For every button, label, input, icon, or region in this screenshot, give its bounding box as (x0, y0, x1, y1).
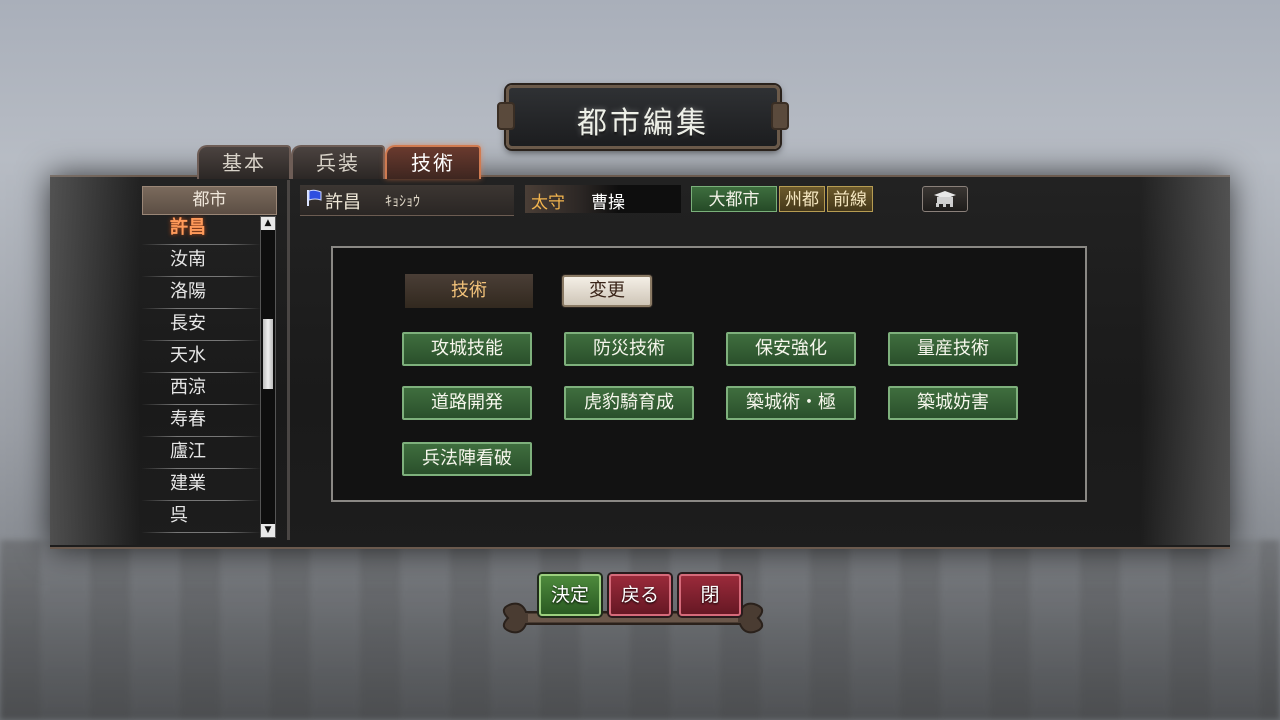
page-title: 都市編集 (577, 106, 709, 141)
hat-button[interactable] (922, 186, 968, 212)
city-item-changan[interactable]: 長安 (142, 309, 260, 341)
city-item-runan[interactable]: 汝南 (142, 245, 260, 277)
hat-icon (934, 191, 956, 207)
tech-label: 技術 (405, 274, 533, 308)
panel-edge-left (50, 175, 140, 545)
city-item-xiliang[interactable]: 西涼 (142, 373, 260, 405)
tech-disaster-prevention[interactable]: 防災技術 (564, 332, 694, 366)
close-button[interactable]: 閉 (679, 574, 741, 616)
tech-fortification-sabotage[interactable]: 築城妨害 (888, 386, 1018, 420)
city-name-box: 許昌 ｷｮｼｮｳ (300, 185, 514, 216)
city-item-jianye[interactable]: 建業 (142, 469, 260, 501)
tech-siege-skill[interactable]: 攻城技能 (402, 332, 532, 366)
flag-icon (307, 189, 322, 206)
governor-label: 太守 (531, 193, 565, 213)
city-item-shouchun[interactable]: 寿春 (142, 405, 260, 437)
scroll-down-icon[interactable]: ▼ (261, 524, 275, 537)
city-reading: ｷｮｼｮｳ (385, 194, 420, 210)
back-button[interactable]: 戻る (609, 574, 671, 616)
badge-front-line: 前線 (827, 186, 873, 212)
city-list-scrollbar[interactable]: ▲ ▼ (260, 216, 276, 538)
tab-equipment[interactable]: 兵装 (291, 145, 385, 179)
panel-edge-right (1140, 175, 1230, 545)
city-item-lujiang[interactable]: 廬江 (142, 437, 260, 469)
city-list: 許昌 汝南 洛陽 長安 天水 西涼 寿春 廬江 建業 呉 (142, 213, 260, 533)
governor-box: 太守 曹操 (525, 185, 681, 213)
badge-metropolis: 大都市 (691, 186, 777, 212)
tech-road-development[interactable]: 道路開発 (402, 386, 532, 420)
city-name: 許昌 (325, 192, 361, 213)
panel-divider (287, 180, 290, 540)
tech-fortification-master[interactable]: 築城術・極 (726, 386, 856, 420)
governor-name: 曹操 (591, 193, 625, 213)
city-item-wu[interactable]: 呉 (142, 501, 260, 533)
city-item-xuchang[interactable]: 許昌 (142, 213, 260, 245)
tech-mass-production[interactable]: 量産技術 (888, 332, 1018, 366)
scroll-thumb[interactable] (263, 319, 273, 389)
tech-formation-insight[interactable]: 兵法陣看破 (402, 442, 532, 476)
tab-basic[interactable]: 基本 (197, 145, 291, 179)
tech-tiger-cavalry-training[interactable]: 虎豹騎育成 (564, 386, 694, 420)
city-list-header: 都市 (142, 186, 277, 215)
change-button[interactable]: 変更 (562, 275, 652, 307)
scroll-up-icon[interactable]: ▲ (261, 217, 275, 230)
confirm-button[interactable]: 決定 (539, 574, 601, 616)
city-item-tianshui[interactable]: 天水 (142, 341, 260, 373)
tab-technology[interactable]: 技術 (385, 145, 481, 179)
title-plaque: 都市編集 (497, 85, 789, 149)
badge-provincial-capital: 州都 (779, 186, 825, 212)
tech-security-boost[interactable]: 保安強化 (726, 332, 856, 366)
city-item-luoyang[interactable]: 洛陽 (142, 277, 260, 309)
